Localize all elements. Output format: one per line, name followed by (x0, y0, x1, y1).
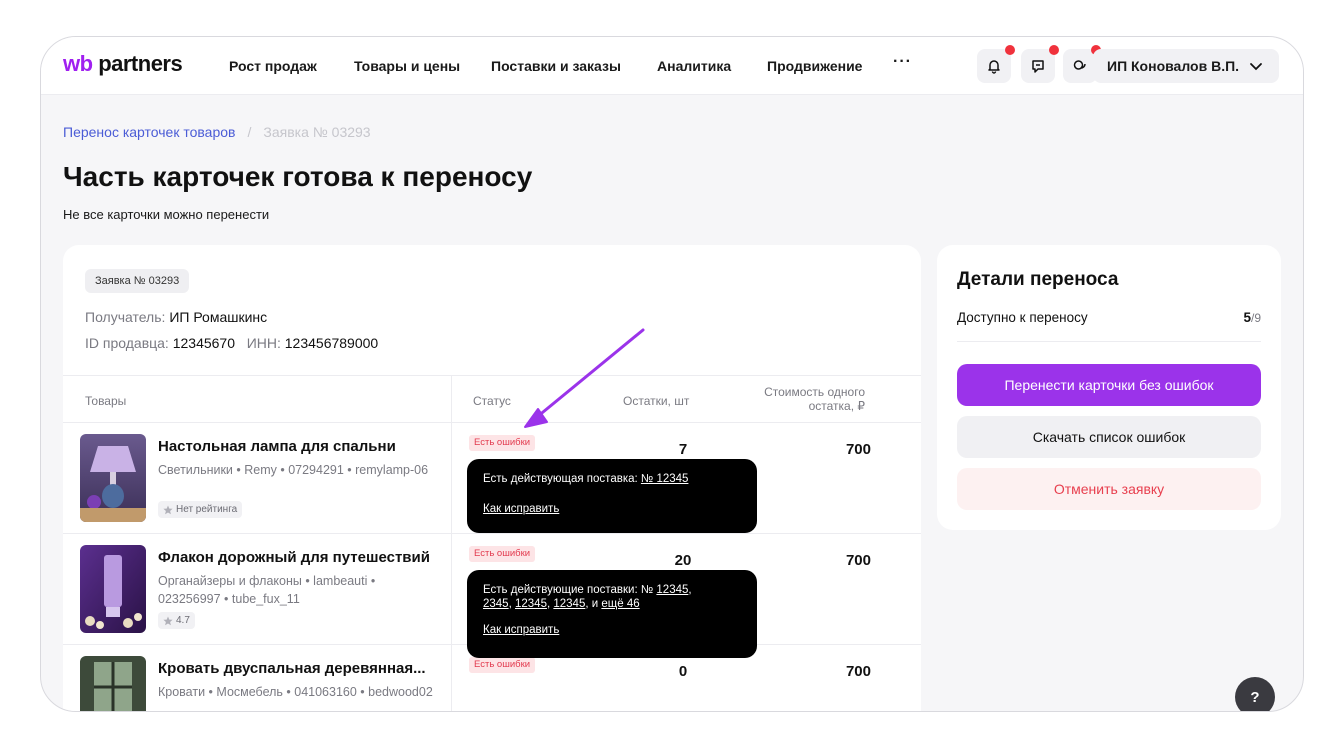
header-cost-line1: Стоимость одного (764, 385, 865, 399)
product-name[interactable]: Флакон дорожный для путешествий (158, 549, 430, 566)
header-status: Статус (473, 394, 511, 408)
status-badge-error[interactable]: Есть ошибки (469, 657, 536, 673)
rating-value: Нет рейтинга (176, 504, 238, 515)
rating-badge: 4.7 (158, 612, 195, 629)
product-image-bed (80, 656, 146, 711)
supply-link[interactable]: 12345 (553, 598, 585, 610)
chat-icon (1073, 60, 1086, 70)
tooltip-text: Есть действующая поставка: (483, 473, 638, 485)
bell-icon (988, 60, 1000, 74)
available-total: /9 (1250, 311, 1261, 325)
cost-value: 700 (845, 441, 871, 458)
available-count: 5 (1243, 310, 1251, 325)
recipient-label: Получатель: (85, 309, 166, 325)
page-title: Часть карточек готова к переносу (63, 161, 533, 192)
product-image-flask (80, 545, 146, 633)
product-meta: Кровати • Мосмебель • 041063160 • bedwoo… (158, 685, 433, 699)
breadcrumb-link-transfer[interactable]: Перенос карточек товаров (63, 124, 235, 140)
seller-line: ID продавца: 12345670 ИНН: 123456789000 (85, 335, 378, 351)
chat-button[interactable] (1063, 45, 1101, 83)
user-menu-button[interactable]: ИП Коновалов В.П. (1093, 49, 1279, 83)
logo-partners: partners (98, 51, 183, 76)
logo-wb: wb (63, 51, 93, 76)
breadcrumb-current: Заявка № 03293 (263, 124, 371, 140)
breadcrumb-separator: / (247, 124, 252, 140)
notifications-button[interactable] (977, 45, 1015, 83)
table-header: Товары Статус Остатки, шт Стоимость одно… (63, 375, 921, 423)
seller-id-label: ID продавца: (85, 335, 169, 351)
feedback-icon (1032, 60, 1044, 73)
supply-link[interactable]: № 12345 (641, 473, 689, 485)
seller-id-value: 12345670 (172, 335, 236, 351)
header-cost-line2: остатка, ₽ (808, 399, 865, 413)
nav-products-prices[interactable]: Товары и цены (354, 58, 460, 74)
transfer-cards-button[interactable]: Перенести карточки без ошибок (957, 364, 1261, 406)
how-to-fix-link[interactable]: Как исправить (483, 502, 741, 516)
recipient-value: ИП Ромашкинс (169, 309, 268, 325)
stock-value: 20 (674, 552, 692, 569)
product-name[interactable]: Настольная лампа для спальни (158, 438, 396, 455)
supply-link[interactable]: 12345 (515, 598, 547, 610)
header-cost: Стоимость одного остатка, ₽ (753, 385, 865, 413)
cost-value: 700 (845, 552, 871, 569)
header-stock: Остатки, шт (623, 394, 690, 408)
available-label: Доступно к переносу (957, 310, 1088, 325)
status-badge-error[interactable]: Есть ошибки (469, 435, 536, 451)
available-row: Доступно к переносу 5/9 (957, 310, 1261, 342)
nav-analytics[interactable]: Аналитика (657, 58, 731, 74)
supply-link[interactable]: 2345 (483, 598, 509, 610)
breadcrumb: Перенос карточек товаров / Заявка № 03293 (63, 124, 371, 140)
supply-link[interactable]: 12345 (656, 584, 688, 596)
error-tooltip: Есть действующие поставки: № 12345, 2345… (467, 570, 757, 658)
status-badge-error[interactable]: Есть ошибки (469, 546, 536, 562)
help-button[interactable]: ? (1235, 677, 1275, 711)
star-icon (163, 616, 173, 625)
rating-value: 4.7 (176, 615, 190, 626)
stock-value: 7 (678, 441, 688, 458)
notification-dot (1005, 45, 1015, 55)
chevron-down-icon (1250, 63, 1262, 71)
stock-value: 0 (678, 663, 688, 680)
cancel-request-button[interactable]: Отменить заявку (957, 468, 1261, 510)
more-supplies-link[interactable]: ещё 46 (601, 598, 639, 610)
app-frame: wb partners Рост продаж Товары и цены По… (40, 36, 1304, 712)
inn-label: ИНН: (246, 335, 281, 351)
available-value: 5/9 (1243, 310, 1261, 325)
product-image-lamp (80, 434, 146, 522)
notification-dot (1049, 45, 1059, 55)
nav-growth[interactable]: Рост продаж (229, 58, 317, 74)
star-icon (163, 505, 173, 514)
tooltip-and: , и (585, 598, 599, 610)
request-card: Заявка № 03293 Получатель: ИП Ромашкинс … (63, 245, 921, 711)
header-products: Товары (85, 394, 127, 408)
nav-supplies-orders[interactable]: Поставки и заказы (491, 58, 621, 74)
top-navigation: wb partners Рост продаж Товары и цены По… (41, 37, 1303, 95)
download-errors-button[interactable]: Скачать список ошибок (957, 416, 1261, 458)
error-tooltip: Есть действующая поставка: № 12345 Как и… (467, 459, 757, 533)
cost-value: 700 (845, 663, 871, 680)
tooltip-prefix: Есть действующие поставки: № (483, 584, 654, 596)
recipient-line: Получатель: ИП Ромашкинс (85, 309, 267, 325)
how-to-fix-link[interactable]: Как исправить (483, 623, 741, 637)
more-menu-button[interactable]: ··· (893, 53, 912, 71)
user-name: ИП Коновалов В.П. (1107, 58, 1240, 74)
tooltip-text: Есть действующие поставки: № 12345, 2345… (483, 584, 692, 610)
page-subtitle: Не все карточки можно перенести (63, 207, 270, 222)
details-title: Детали переноса (957, 269, 1119, 290)
product-meta: Светильники • Remy • 07294291 • remylamp… (158, 463, 429, 477)
request-badge: Заявка № 03293 (85, 269, 190, 293)
feedback-button[interactable] (1021, 45, 1059, 83)
nav-promotion[interactable]: Продвижение (767, 58, 862, 74)
product-name[interactable]: Кровать двуспальная деревянная... (158, 660, 426, 677)
transfer-details-panel: Детали переноса Доступно к переносу 5/9 … (937, 245, 1281, 530)
product-meta: Органайзеры и флаконы • lambeauti • 0232… (158, 574, 376, 606)
wb-partners-logo[interactable]: wb partners (63, 51, 183, 77)
rating-badge: Нет рейтинга (158, 501, 243, 518)
inn-value: 123456789000 (284, 335, 379, 351)
